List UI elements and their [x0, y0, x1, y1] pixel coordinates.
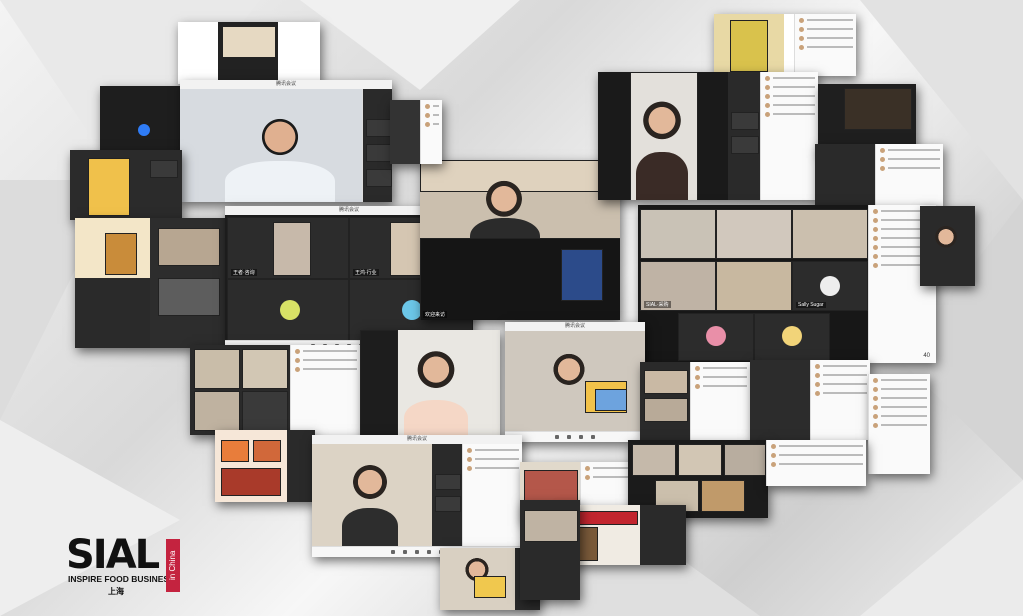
- logo-city: 上海: [108, 587, 124, 596]
- chat-icon[interactable]: [591, 435, 595, 439]
- meeting-window-list-far: [868, 374, 930, 474]
- meeting-window-product: [70, 150, 182, 220]
- meeting-window-grid-right: SIAL·采购 Sally Sugar 40: [638, 205, 936, 363]
- meeting-window-reading: 腾讯会议: [312, 435, 522, 557]
- meeting-window-far-right: [920, 206, 975, 286]
- meeting-toolbar: [505, 431, 645, 442]
- logo-tagline: INSPIRE FOOD BUSINESS: [68, 574, 175, 584]
- share-icon[interactable]: [415, 550, 419, 554]
- logo-brand: SIAL: [66, 532, 160, 578]
- participants-icon[interactable]: [427, 550, 431, 554]
- meeting-window-left-mid: [75, 218, 225, 348]
- meeting-window-food: [215, 430, 315, 502]
- meeting-window-bookshelf: 欢迎来访: [420, 160, 620, 320]
- meeting-window-right-list: [815, 144, 943, 206]
- avatar-icon: [706, 326, 726, 346]
- avatar-icon: [402, 300, 422, 320]
- meeting-window-top-small: [178, 22, 320, 84]
- meeting-window-blue-avatar: [100, 86, 182, 152]
- sial-logo: SIAL INSPIRE FOOD BUSINESS 上海 in China: [58, 535, 183, 601]
- meeting-window-cards: 腾讯会议: [505, 322, 645, 442]
- mic-icon[interactable]: [391, 550, 395, 554]
- avatar-icon: [820, 276, 840, 296]
- meeting-window-lower-left: [190, 345, 360, 435]
- meeting-window-top-right: [714, 14, 856, 76]
- meeting-window-mid-right: [640, 362, 750, 440]
- meeting-window-list-right: [750, 360, 870, 440]
- avatar-icon: [280, 300, 300, 320]
- camera-icon[interactable]: [567, 435, 571, 439]
- meeting-window-woman: [598, 72, 818, 200]
- participant-count-badge: 40: [923, 353, 930, 359]
- camera-icon[interactable]: [403, 550, 407, 554]
- meeting-window-smiling: [360, 330, 500, 440]
- meeting-window-main-speaker: 腾讯会议: [180, 80, 392, 202]
- meeting-window-bottom-list: [766, 440, 866, 486]
- mic-icon[interactable]: [555, 435, 559, 439]
- meeting-window-bottom-narrow: [520, 500, 580, 600]
- meeting-window-side-small: [390, 100, 442, 164]
- avatar-icon: [138, 124, 150, 136]
- logo-location: in China: [168, 550, 177, 581]
- share-icon[interactable]: [579, 435, 583, 439]
- avatar-icon: [782, 326, 802, 346]
